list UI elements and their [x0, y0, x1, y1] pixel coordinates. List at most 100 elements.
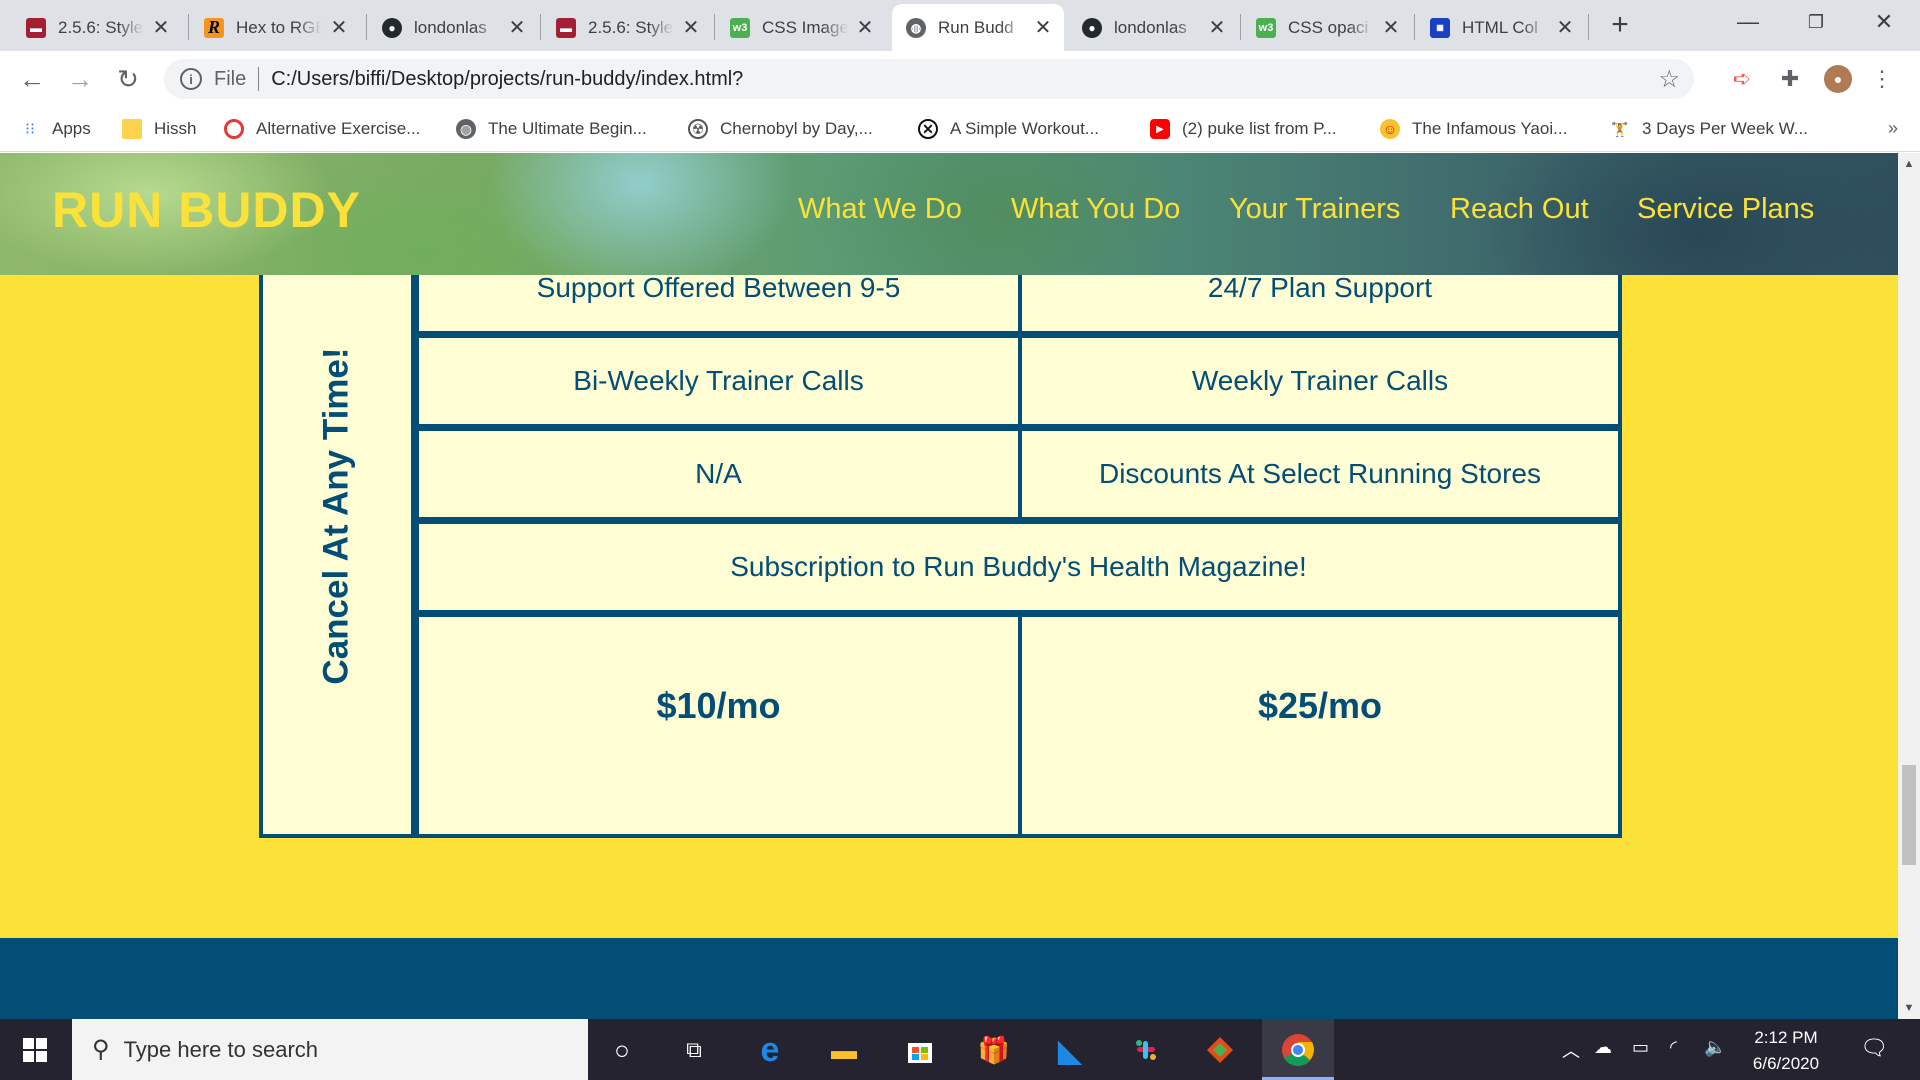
profile-avatar[interactable]: ●	[1824, 65, 1852, 93]
menu-kebab-icon[interactable]: ⋮	[1868, 65, 1896, 93]
bookmark-infamous-yaoi[interactable]: ☺ The Infamous Yaoi...	[1380, 116, 1567, 142]
close-icon[interactable]: ✕	[1206, 15, 1228, 40]
wifi-icon[interactable]: ◜	[1670, 1037, 1677, 1058]
tab-3[interactable]: ▬ 2.5.6: Style ✕	[542, 4, 712, 51]
bookmark-label: A Simple Workout...	[950, 119, 1099, 138]
close-icon[interactable]: ✕	[854, 15, 876, 40]
bookmark-label: Chernobyl by Day,...	[720, 119, 873, 138]
store-icon[interactable]	[898, 1028, 942, 1072]
nav-what-you-do[interactable]: What You Do	[1011, 193, 1180, 226]
edge-icon[interactable]: e	[748, 1028, 792, 1072]
tab-2[interactable]: ● londonlas ✕	[368, 4, 538, 51]
htmlcolor-favicon-icon: ▦	[1430, 17, 1450, 38]
gift-icon[interactable]: 🎁	[972, 1028, 1016, 1072]
site-logo[interactable]: RUN BUDDY	[52, 181, 361, 239]
file-explorer-icon[interactable]: ▬	[822, 1028, 866, 1072]
windows-start-icon[interactable]	[0, 1019, 70, 1080]
volume-icon[interactable]: 🔈	[1704, 1037, 1726, 1058]
bookmark-chernobyl[interactable]: ☢ Chernobyl by Day,...	[688, 116, 873, 142]
restore-icon[interactable]: ❐	[1788, 0, 1844, 44]
address-divider	[258, 67, 260, 91]
youtube-icon: ▶	[1150, 119, 1170, 139]
nav-reach-out[interactable]: Reach Out	[1450, 193, 1589, 226]
close-icon[interactable]: ✕	[680, 15, 702, 40]
back-icon[interactable]: ←	[14, 61, 50, 97]
close-icon[interactable]: ✕	[1380, 15, 1402, 40]
tab-title: 2.5.6: Style	[588, 17, 674, 37]
tab-8[interactable]: ▦ HTML Col ✕	[1416, 4, 1586, 51]
nav-your-trainers[interactable]: Your Trainers	[1229, 193, 1400, 226]
pricing-cell: Bi-Weekly Trainer Calls	[415, 334, 1022, 428]
address-url[interactable]: C:/Users/biffi/Desktop/projects/run-budd…	[271, 68, 743, 91]
extension-arrow-icon[interactable]: ➪	[1728, 65, 1756, 93]
tab-7[interactable]: w3 CSS opaci ✕	[1242, 4, 1412, 51]
tray-chevron-icon[interactable]: ︿	[1562, 1037, 1580, 1063]
scrollbar-thumb[interactable]	[1902, 765, 1916, 865]
chrome-icon	[1282, 1034, 1314, 1066]
pricing-side-column: Cancel At Any Time!	[263, 197, 415, 834]
chrome-taskbar-item[interactable]	[1262, 1019, 1334, 1080]
close-icon[interactable]: ✕	[1554, 15, 1576, 40]
notifications-icon[interactable]: 🗨	[1860, 1035, 1888, 1061]
close-icon[interactable]: ✕	[506, 15, 528, 40]
onedrive-error-icon[interactable]: ☁	[1594, 1037, 1612, 1058]
tab-5-active[interactable]: ◍ Run Budd ✕	[892, 4, 1064, 51]
clock-time: 2:12 PM	[1754, 1028, 1818, 1047]
bookmark-star-icon[interactable]: ☆	[1658, 65, 1680, 94]
tab-0[interactable]: ▬ 2.5.6: Style ✕	[12, 4, 182, 51]
globe-icon: ◍	[456, 119, 476, 139]
address-bar[interactable]: i File C:/Users/biffi/Desktop/projects/r…	[164, 59, 1694, 99]
bookmark-apps[interactable]: ⁝⁝ Apps	[20, 116, 91, 142]
tab-title: londonlas	[1114, 17, 1187, 37]
bookmark-hissh[interactable]: Hissh	[122, 116, 197, 142]
bookmarks-overflow-icon[interactable]: »	[1888, 118, 1898, 139]
window-close-icon[interactable]: ✕	[1856, 0, 1912, 44]
globe-icon: ◍	[906, 17, 926, 38]
search-icon: ⚲	[92, 1036, 110, 1063]
scroll-up-icon[interactable]: ▲	[1898, 153, 1920, 175]
info-icon[interactable]: i	[180, 68, 202, 90]
minimize-icon[interactable]: —	[1720, 0, 1776, 44]
battery-icon[interactable]: ▭	[1632, 1037, 1649, 1058]
github-icon: ●	[382, 17, 402, 38]
nav-what-we-do[interactable]: What We Do	[798, 193, 962, 226]
reload-icon[interactable]: ↻	[110, 61, 146, 97]
screen: ▬ 2.5.6: Style ✕ R Hex to RGB ✕ ● london…	[0, 0, 1920, 1080]
scroll-down-icon[interactable]: ▼	[1898, 997, 1920, 1019]
tab-1[interactable]: R Hex to RGB ✕	[190, 4, 360, 51]
bookmark-alternative-exercise[interactable]: Alternative Exercise...	[224, 116, 420, 142]
close-icon[interactable]: ✕	[1032, 15, 1054, 40]
bookmark-label: The Infamous Yaoi...	[1412, 119, 1568, 138]
x-circle-icon: ✕	[918, 119, 938, 139]
task-view-icon[interactable]: ⧉	[672, 1028, 716, 1072]
bookmark-simple-workout[interactable]: ✕ A Simple Workout...	[918, 116, 1099, 142]
site-footer	[0, 938, 1898, 1019]
taskbar-search[interactable]: ⚲ Type here to search	[72, 1019, 588, 1080]
vscode-icon[interactable]: ◣	[1048, 1028, 1092, 1072]
pricing-cell-magazine: Subscription to Run Buddy's Health Magaz…	[415, 520, 1622, 614]
new-tab-button[interactable]: +	[1604, 10, 1636, 42]
forward-icon[interactable]: →	[62, 61, 98, 97]
tab-6[interactable]: ● londonlas ✕	[1068, 4, 1238, 51]
bookmark-3-days-per-week[interactable]: 🏋 3 Days Per Week W...	[1610, 116, 1808, 142]
tab-title: 2.5.6: Style	[58, 17, 144, 37]
nav-service-plans[interactable]: Service Plans	[1637, 193, 1814, 226]
git-kraken-icon[interactable]	[1198, 1028, 1242, 1072]
cortana-icon[interactable]: ○	[600, 1028, 644, 1072]
target-icon	[224, 119, 244, 139]
slack-icon[interactable]	[1124, 1028, 1168, 1072]
page-scrollbar[interactable]: ▲ ▼	[1898, 153, 1920, 1019]
tab-4[interactable]: w3 CSS Image ✕	[716, 4, 886, 51]
figure-icon: 🏋	[1611, 120, 1629, 137]
bookmark-puke-list[interactable]: ▶ (2) puke list from P...	[1150, 116, 1337, 142]
extensions-puzzle-icon[interactable]: ✚	[1776, 65, 1804, 93]
bookmarks-bar: ⁝⁝ Apps Hissh Alternative Exercise... ◍ …	[0, 106, 1920, 152]
close-icon[interactable]: ✕	[328, 15, 350, 40]
price-basic: $10/mo	[415, 613, 1022, 838]
bookmark-ultimate-begin[interactable]: ◍ The Ultimate Begin...	[456, 116, 647, 142]
close-icon[interactable]: ✕	[150, 15, 172, 40]
system-clock[interactable]: 2:12 PM 6/6/2020	[1736, 1025, 1836, 1077]
tab-title: CSS Image	[762, 17, 848, 37]
github-icon: ●	[1082, 17, 1102, 38]
tab-title: londonlas	[414, 17, 487, 37]
